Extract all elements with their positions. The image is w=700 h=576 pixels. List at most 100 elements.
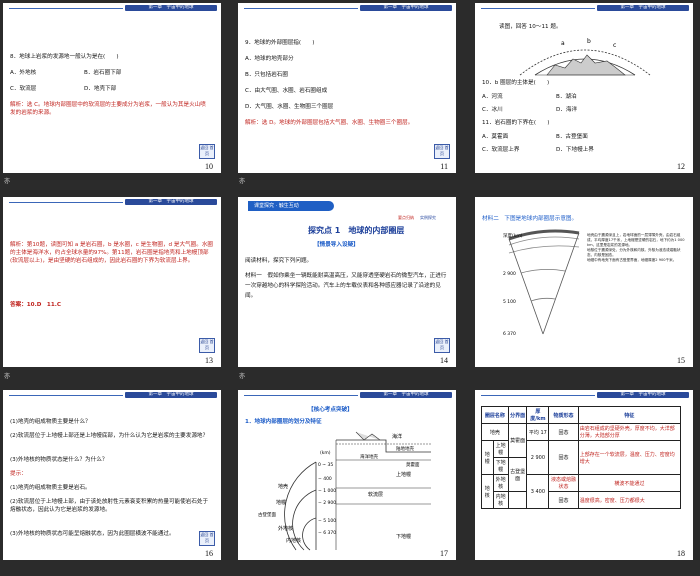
cell-feature: 温度很高，密度、压力都很大: [577, 491, 682, 509]
home-button[interactable]: 返回 首页: [199, 338, 215, 353]
header-title: 第一章 宇宙中的地球: [148, 5, 194, 10]
tick-6370: 6 370: [503, 331, 516, 337]
explanation: 解析：选 C。地球内部圈层中的软流层的主要成分为岩浆，一般认为其是火山喷发的岩浆…: [10, 102, 206, 116]
label-outer-core: 外地核: [278, 525, 293, 532]
header-title: 第一章 宇宙中的地球: [620, 5, 666, 10]
question-3: (3)外地核的物质状态是什么？为什么？: [10, 457, 108, 463]
cell-gutenberg: 古登堡面: [507, 457, 528, 492]
cell-feature: 上部存在一个软流层，温度、压力、密度均增大: [577, 440, 682, 475]
slide-header: 第一章 宇宙中的地球: [3, 3, 221, 13]
label-gutenberg: 古登堡面: [258, 511, 276, 518]
question-11: 11．岩石圈的下界在( ): [482, 120, 550, 126]
q10-option-d: D．海洋: [556, 107, 578, 113]
hint-label: 提示：: [10, 471, 27, 477]
depth-0: 0 ~ 35: [318, 462, 333, 468]
label-asthenosphere: 软流层: [368, 491, 383, 498]
th-thickness: 厚度/km: [526, 406, 550, 424]
layers-diagram: 海洋 陆地地壳 海洋地壳 莫霍面 上地幔 软流层 下地幔 (km) 0 ~ 35…: [258, 431, 431, 551]
slide-12[interactable]: 第一章 宇宙中的地球 读图，回答 10～11 题。 a b c 10．b 圈层的…: [475, 3, 693, 173]
q11-option-d: D．下地幔上界: [556, 147, 594, 153]
depth-1000: − 1 000: [318, 488, 336, 494]
header-title: 第一章 宇宙中的地球: [148, 392, 194, 397]
question-1: (1)地壳的组成物质主要是什么？: [10, 419, 91, 425]
thumbnail-caption: 亦: [4, 178, 11, 185]
label-b: b: [587, 38, 591, 45]
thumbnail-caption: 亦: [239, 373, 246, 380]
q10-row-2: C．冰川 D．海洋: [482, 106, 577, 114]
page-number: 11: [440, 162, 448, 171]
sphere-diagram: a b c: [519, 38, 651, 76]
options-row-2: C．软流层 D．地壳下部: [10, 85, 116, 93]
section-banner: 课堂探究 · 触生互动: [248, 201, 334, 211]
option-c: C．由大气圈、水圈、岩石圈组成: [245, 88, 328, 94]
label-mantle: 地幔: [276, 499, 286, 506]
q11-option-a: A．莫霍面: [482, 134, 509, 140]
table-row: 地壳 莫霍面 平均 17 固态 由岩石组成的坚硬外壳，厚度不均，大洋部分薄，大陆…: [481, 423, 682, 458]
th-layer: 圈层名称: [481, 406, 509, 424]
question-2: (2)软流层位于上地幔上部还是上地幔底部，为什么认为它是岩浆的主要发源地？: [10, 433, 209, 439]
question-8: 8．地球上岩浆的发源地一般认为是在( ): [10, 54, 119, 60]
slide-header: 第一章 宇宙中的地球: [475, 3, 693, 13]
question-9: 9．地球的外部圈层指( ): [245, 40, 315, 46]
cell-state: 固态: [548, 491, 579, 509]
page-number: 17: [440, 549, 448, 558]
label-ocean: 海洋: [392, 433, 402, 440]
page-number: 12: [677, 162, 685, 171]
slide-14[interactable]: 课堂探究 · 触生互动 探究点 1 地球的内部圈层 要点归纳 实例探究 【情景导…: [238, 197, 456, 367]
q11-row-2: C．软流层上界 D．下地幔上界: [482, 146, 594, 154]
page-number: 18: [677, 549, 685, 558]
tick-5100: 5 100: [503, 299, 516, 305]
slide-11[interactable]: 第一章 宇宙中的地球 9．地球的外部圈层指( ) A．地球的地壳部分 B．只包括…: [238, 3, 456, 173]
home-button[interactable]: 返回 首页: [434, 338, 450, 353]
q11-option-b: B．古登堡面: [556, 134, 588, 140]
tick-2900: 2 900: [503, 271, 516, 277]
core-tag: 【核心考点突破】: [308, 407, 353, 413]
home-button[interactable]: 返回 首页: [199, 531, 215, 546]
option-b: B．只包括岩石圈: [245, 72, 288, 78]
section-title: 探究点 1 地球的内部圈层: [308, 226, 405, 235]
link-summary[interactable]: 要点归纳: [398, 215, 414, 221]
material-2: 材料二 下图是地球内部圈层示意图。: [482, 216, 578, 222]
interior-diagram: 深度(km) 2 900 5 100 6 370: [503, 229, 580, 337]
label-lower-mantle: 下地幔: [396, 533, 411, 540]
cell-thickness: 3 400: [526, 474, 550, 509]
slide-13[interactable]: 第一章 宇宙中的地球 解析：第10题，读图可知 a 是岩石圈，b 是水圈，c 是…: [3, 197, 221, 367]
page-number: 13: [205, 356, 213, 365]
slide-16[interactable]: 第一章 宇宙中的地球 (1)地壳的组成物质主要是什么？ (2)软流层位于上地幔上…: [3, 390, 221, 560]
page-number: 14: [440, 356, 448, 365]
banner-text: 课堂探究 · 触生互动: [254, 203, 299, 209]
cell-upper-mantle: 上地幔: [492, 440, 509, 458]
slide-10[interactable]: 第一章 宇宙中的地球 8．地球上岩浆的发源地一般认为是在( ) A．外地核 B．岩…: [3, 3, 221, 173]
thumbnail-caption: 亦: [4, 373, 11, 380]
option-d: D．地壳下部: [84, 86, 117, 92]
link-examples[interactable]: 实例探究: [420, 215, 436, 221]
label-crust: 地壳: [278, 483, 288, 490]
th-state: 物质形态: [548, 406, 579, 424]
page-number: 10: [205, 162, 213, 171]
th-feature: 特征: [577, 406, 682, 424]
label-continental: 陆地地壳: [396, 445, 414, 452]
cell-state: 液态或熔融状态: [548, 474, 579, 492]
label-a: a: [561, 40, 565, 47]
slide-header: 第一章 宇宙中的地球: [475, 390, 693, 400]
scenario-tag: 【情景导入设疑】: [314, 242, 359, 248]
cell-boundary: [507, 491, 528, 509]
label-km: (km): [320, 450, 331, 456]
slide-17[interactable]: 第一章 宇宙中的地球 【核心考点突破】 1．地球内部圈层的划分及特征 海洋 陆地…: [238, 390, 456, 560]
slide-15[interactable]: 材料二 下图是地球内部圈层示意图。 深度(km) 2 900 5 100 6 3…: [475, 197, 693, 367]
cell-state: 固态: [548, 440, 579, 475]
answer-3: (3)外地核的物质状态可能呈熔融状态，因为此圈层横波不能通过。: [10, 531, 175, 537]
answer-1: (1)地壳的组成物质主要是岩石。: [10, 485, 91, 491]
header-title: 第一章 宇宙中的地球: [148, 199, 194, 204]
answer-2: (2)软流层位于上地幔上部，由于该处放射性元素衰变积累的热量可能使岩石处于熔融状…: [10, 499, 209, 513]
home-button[interactable]: 返回 首页: [434, 144, 450, 159]
home-button[interactable]: 返回 首页: [199, 144, 215, 159]
label-inner-core: 内地核: [286, 537, 301, 544]
cell-thickness: 平均 17: [526, 423, 550, 441]
cell-lower-mantle: 下地幔: [492, 457, 509, 475]
slide-header: 第一章 宇宙中的地球: [3, 197, 221, 207]
layers-table: 圈层名称 分界面 厚度/km 物质形态 特征 地壳 莫霍面 平均 17 固态 由…: [481, 406, 682, 509]
slide-18[interactable]: 第一章 宇宙中的地球 圈层名称 分界面 厚度/km 物质形态 特征 地壳 莫霍面…: [475, 390, 693, 560]
q11-option-c: C．软流层上界: [482, 147, 520, 153]
depth-label: 深度(km): [503, 232, 523, 239]
